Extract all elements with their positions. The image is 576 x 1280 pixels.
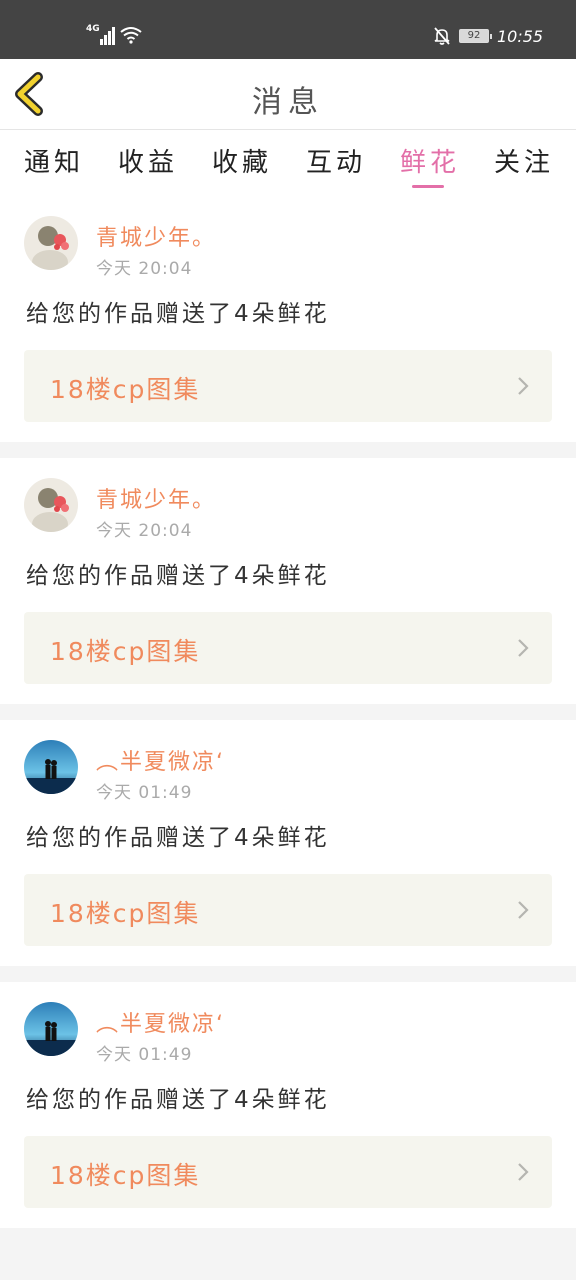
timestamp: 今天 20:04 <box>96 259 193 279</box>
work-link[interactable]: 18楼cp图集 <box>24 874 552 946</box>
work-title: 18楼cp图集 <box>50 899 201 928</box>
active-tab-indicator <box>412 185 444 188</box>
tab-interactions[interactable]: 互动 <box>306 142 366 179</box>
sender-name[interactable]: 青城少年。 <box>96 482 216 514</box>
list-item: 青城少年。 今天 20:04 给您的作品赠送了4朵鲜花 18楼cp图集 <box>0 196 576 442</box>
message-text: 给您的作品赠送了4朵鲜花 <box>26 563 330 589</box>
tab-favorites[interactable]: 收藏 <box>212 142 272 179</box>
chevron-right-icon <box>518 377 529 395</box>
timestamp: 今天 01:49 <box>96 783 193 803</box>
list-item: 青城少年。 今天 20:04 给您的作品赠送了4朵鲜花 18楼cp图集 <box>0 458 576 704</box>
avatar[interactable] <box>24 478 78 532</box>
sender-name[interactable]: 青城少年。 <box>96 220 216 252</box>
message-text: 给您的作品赠送了4朵鲜花 <box>26 825 330 851</box>
tab-follows[interactable]: 关注 <box>494 142 554 179</box>
wifi-icon <box>120 27 142 44</box>
work-title: 18楼cp图集 <box>50 375 201 404</box>
chevron-right-icon <box>518 901 529 919</box>
work-title: 18楼cp图集 <box>50 637 201 666</box>
header-bar: 消息 <box>0 59 576 130</box>
status-bar: 4G 92 10:55 <box>0 0 576 59</box>
list-item: ︵半夏微凉‘ 今天 01:49 给您的作品赠送了4朵鲜花 18楼cp图集 <box>0 982 576 1228</box>
work-link[interactable]: 18楼cp图集 <box>24 612 552 684</box>
battery-icon: 92 <box>459 29 492 43</box>
sender-name[interactable]: ︵半夏微凉‘ <box>96 1006 225 1038</box>
mute-bell-icon <box>434 27 450 45</box>
list-item: ︵半夏微凉‘ 今天 01:49 给您的作品赠送了4朵鲜花 18楼cp图集 <box>0 720 576 966</box>
sender-name[interactable]: ︵半夏微凉‘ <box>96 744 225 776</box>
tab-flowers[interactable]: 鲜花 <box>400 142 460 179</box>
signal-icon <box>100 27 115 45</box>
page-title: 消息 <box>252 85 324 120</box>
avatar[interactable] <box>24 216 78 270</box>
timestamp: 今天 20:04 <box>96 521 193 541</box>
chevron-right-icon <box>518 639 529 657</box>
avatar[interactable] <box>24 740 78 794</box>
tab-earnings[interactable]: 收益 <box>118 142 178 179</box>
status-time: 10:55 <box>497 27 544 46</box>
message-text: 给您的作品赠送了4朵鲜花 <box>26 301 330 327</box>
work-title: 18楼cp图集 <box>50 1161 201 1190</box>
message-text: 给您的作品赠送了4朵鲜花 <box>26 1087 330 1113</box>
tab-bar: 通知 收益 收藏 互动 鲜花 关注 <box>0 130 576 196</box>
avatar[interactable] <box>24 1002 78 1056</box>
work-link[interactable]: 18楼cp图集 <box>24 350 552 422</box>
timestamp: 今天 01:49 <box>96 1045 193 1065</box>
chevron-right-icon <box>518 1163 529 1181</box>
tab-notifications[interactable]: 通知 <box>24 142 84 179</box>
work-link[interactable]: 18楼cp图集 <box>24 1136 552 1208</box>
